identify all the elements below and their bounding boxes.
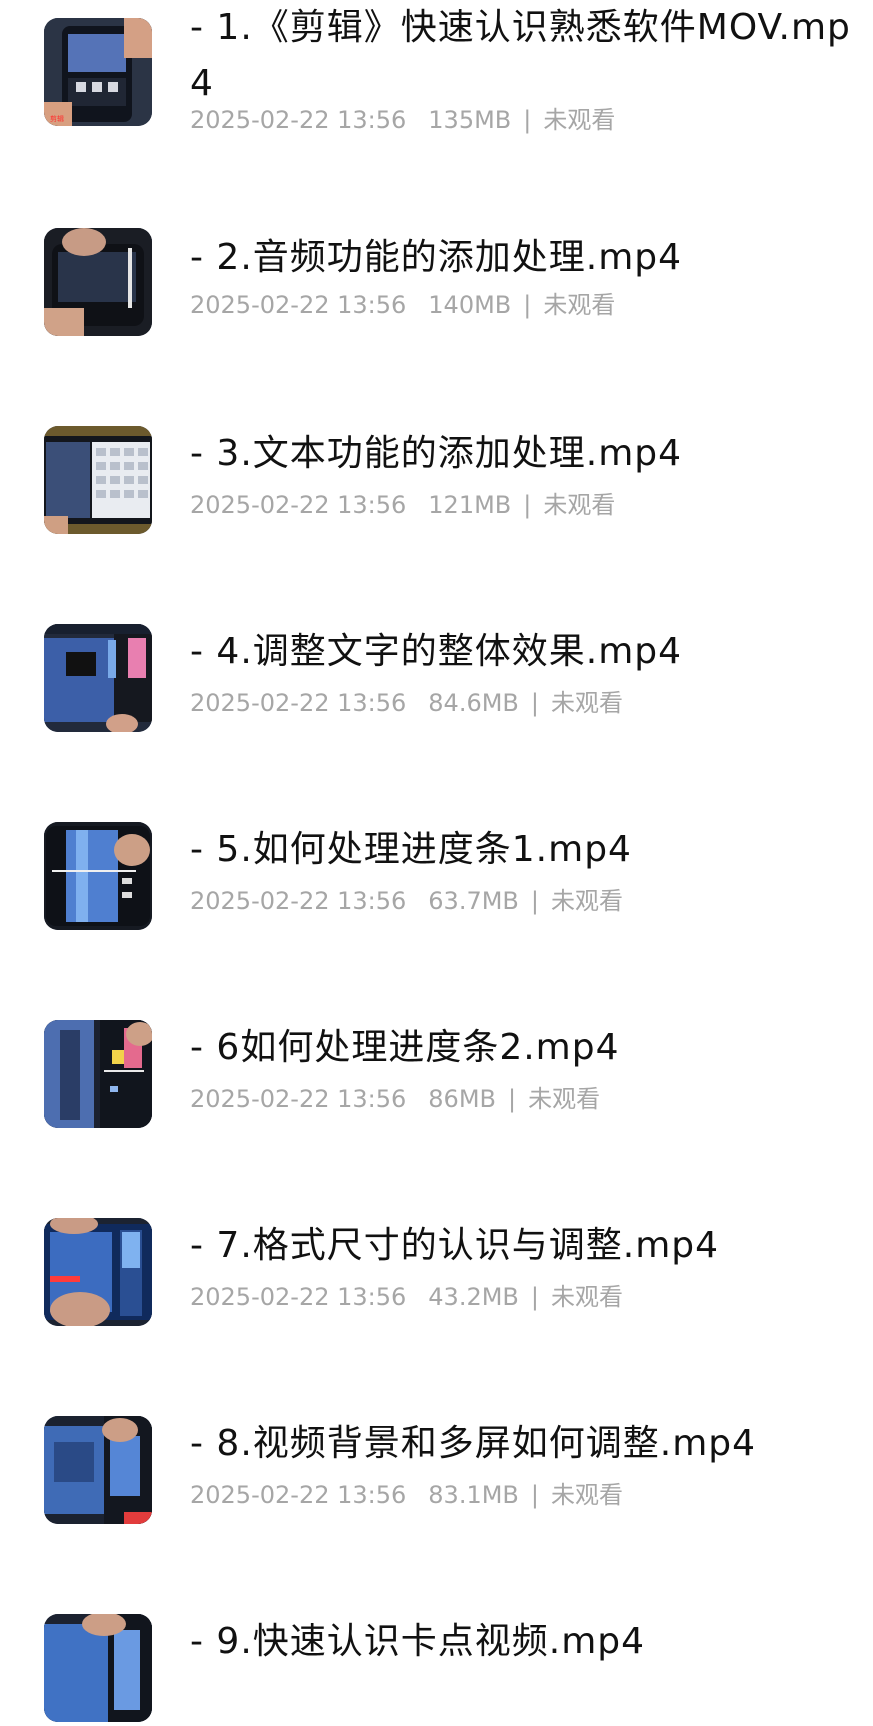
- separator: |: [530, 887, 539, 915]
- file-size: 63.7MB: [428, 887, 519, 915]
- file-size: 140MB: [428, 291, 512, 319]
- video-thumbnail-image: [44, 1020, 152, 1128]
- file-date: 2025-02-22 13:56: [190, 1481, 407, 1509]
- separator: |: [530, 689, 539, 717]
- separator: |: [508, 1085, 517, 1113]
- watch-status: 未观看: [550, 887, 623, 915]
- video-thumbnail-image: [44, 1218, 152, 1326]
- file-title[interactable]: - 9.快速认识卡点视频.mp4: [190, 1614, 855, 1670]
- file-meta: 2025-02-22 13:56 135MB | 未观看: [190, 105, 615, 135]
- file-title[interactable]: - 5.如何处理进度条1.mp4: [190, 822, 855, 878]
- file-meta: 2025-02-22 13:56 140MB | 未观看: [190, 290, 615, 320]
- list-item[interactable]: - 5.如何处理进度条1.mp4 2025-02-22 13:56 63.7MB |…: [0, 784, 873, 934]
- file-title[interactable]: - 7.格式尺寸的认识与调整.mp4: [190, 1218, 855, 1274]
- file-size: 86MB: [428, 1085, 496, 1113]
- video-thumbnail[interactable]: [44, 228, 152, 336]
- svg-text:剪辑: 剪辑: [50, 114, 64, 123]
- list-item[interactable]: - 9.快速认识卡点视频.mp4: [0, 1576, 873, 1726]
- video-thumbnail[interactable]: [44, 624, 152, 732]
- file-date: 2025-02-22 13:56: [190, 1283, 407, 1311]
- list-item[interactable]: 剪辑 - 1.《剪辑》快速认识熟悉软件MOV.mp4 2025-02-22 13…: [0, 0, 873, 150]
- video-thumbnail-image: [44, 228, 152, 336]
- video-thumbnail-image: [44, 426, 152, 534]
- file-meta: 2025-02-22 13:56 83.1MB | 未观看: [190, 1480, 623, 1510]
- video-thumbnail-image: 剪辑: [44, 18, 152, 126]
- video-thumbnail-image: [44, 624, 152, 732]
- file-title[interactable]: - 8.视频背景和多屏如何调整.mp4: [190, 1416, 855, 1472]
- video-thumbnail-image: [44, 1416, 152, 1524]
- watch-status: 未观看: [550, 689, 623, 717]
- video-thumbnail[interactable]: [44, 1614, 152, 1722]
- video-thumbnail-image: [44, 822, 152, 930]
- video-thumbnail[interactable]: [44, 1020, 152, 1128]
- file-date: 2025-02-22 13:56: [190, 106, 407, 134]
- video-thumbnail[interactable]: [44, 822, 152, 930]
- list-item[interactable]: - 2.音频功能的添加处理.mp4 2025-02-22 13:56 140MB |…: [0, 190, 873, 340]
- separator: |: [523, 491, 532, 519]
- file-size: 84.6MB: [428, 689, 519, 717]
- separator: |: [530, 1283, 539, 1311]
- video-thumbnail-image: [44, 1614, 152, 1722]
- file-title[interactable]: - 4.调整文字的整体效果.mp4: [190, 624, 855, 680]
- file-size: 83.1MB: [428, 1481, 519, 1509]
- file-size: 121MB: [428, 491, 512, 519]
- file-date: 2025-02-22 13:56: [190, 887, 407, 915]
- file-date: 2025-02-22 13:56: [190, 1085, 407, 1113]
- separator: |: [523, 106, 532, 134]
- video-thumbnail[interactable]: [44, 1218, 152, 1326]
- file-meta: [190, 1678, 212, 1708]
- file-title[interactable]: - 3.文本功能的添加处理.mp4: [190, 426, 855, 482]
- watch-status: 未观看: [543, 106, 616, 134]
- list-item[interactable]: - 6如何处理进度条2.mp4 2025-02-22 13:56 86MB | 未观看: [0, 982, 873, 1132]
- file-meta: 2025-02-22 13:56 63.7MB | 未观看: [190, 886, 623, 916]
- list-item[interactable]: - 4.调整文字的整体效果.mp4 2025-02-22 13:56 84.6MB…: [0, 586, 873, 736]
- separator: |: [530, 1481, 539, 1509]
- video-thumbnail[interactable]: [44, 426, 152, 534]
- file-meta: 2025-02-22 13:56 121MB | 未观看: [190, 490, 615, 520]
- list-item[interactable]: - 3.文本功能的添加处理.mp4 2025-02-22 13:56 121MB |…: [0, 388, 873, 538]
- list-item[interactable]: - 7.格式尺寸的认识与调整.mp4 2025-02-22 13:56 43.2M…: [0, 1180, 873, 1330]
- file-date: 2025-02-22 13:56: [190, 491, 407, 519]
- file-title[interactable]: - 6如何处理进度条2.mp4: [190, 1020, 855, 1076]
- watch-status: 未观看: [550, 1283, 623, 1311]
- file-meta: 2025-02-22 13:56 84.6MB | 未观看: [190, 688, 623, 718]
- file-meta: 2025-02-22 13:56 86MB | 未观看: [190, 1084, 600, 1114]
- file-title[interactable]: - 2.音频功能的添加处理.mp4: [190, 230, 855, 286]
- file-title[interactable]: - 1.《剪辑》快速认识熟悉软件MOV.mp4: [190, 0, 855, 112]
- watch-status: 未观看: [550, 1481, 623, 1509]
- file-date: 2025-02-22 13:56: [190, 689, 407, 717]
- video-thumbnail[interactable]: 剪辑: [44, 18, 152, 126]
- watch-status: 未观看: [543, 291, 616, 319]
- list-item[interactable]: - 8.视频背景和多屏如何调整.mp4 2025-02-22 13:56 83.1…: [0, 1378, 873, 1528]
- file-date: 2025-02-22 13:56: [190, 291, 407, 319]
- file-size: 135MB: [428, 106, 512, 134]
- watch-status: 未观看: [543, 491, 616, 519]
- file-size: 43.2MB: [428, 1283, 519, 1311]
- separator: |: [523, 291, 532, 319]
- file-meta: 2025-02-22 13:56 43.2MB | 未观看: [190, 1282, 623, 1312]
- video-thumbnail[interactable]: [44, 1416, 152, 1524]
- watch-status: 未观看: [528, 1085, 601, 1113]
